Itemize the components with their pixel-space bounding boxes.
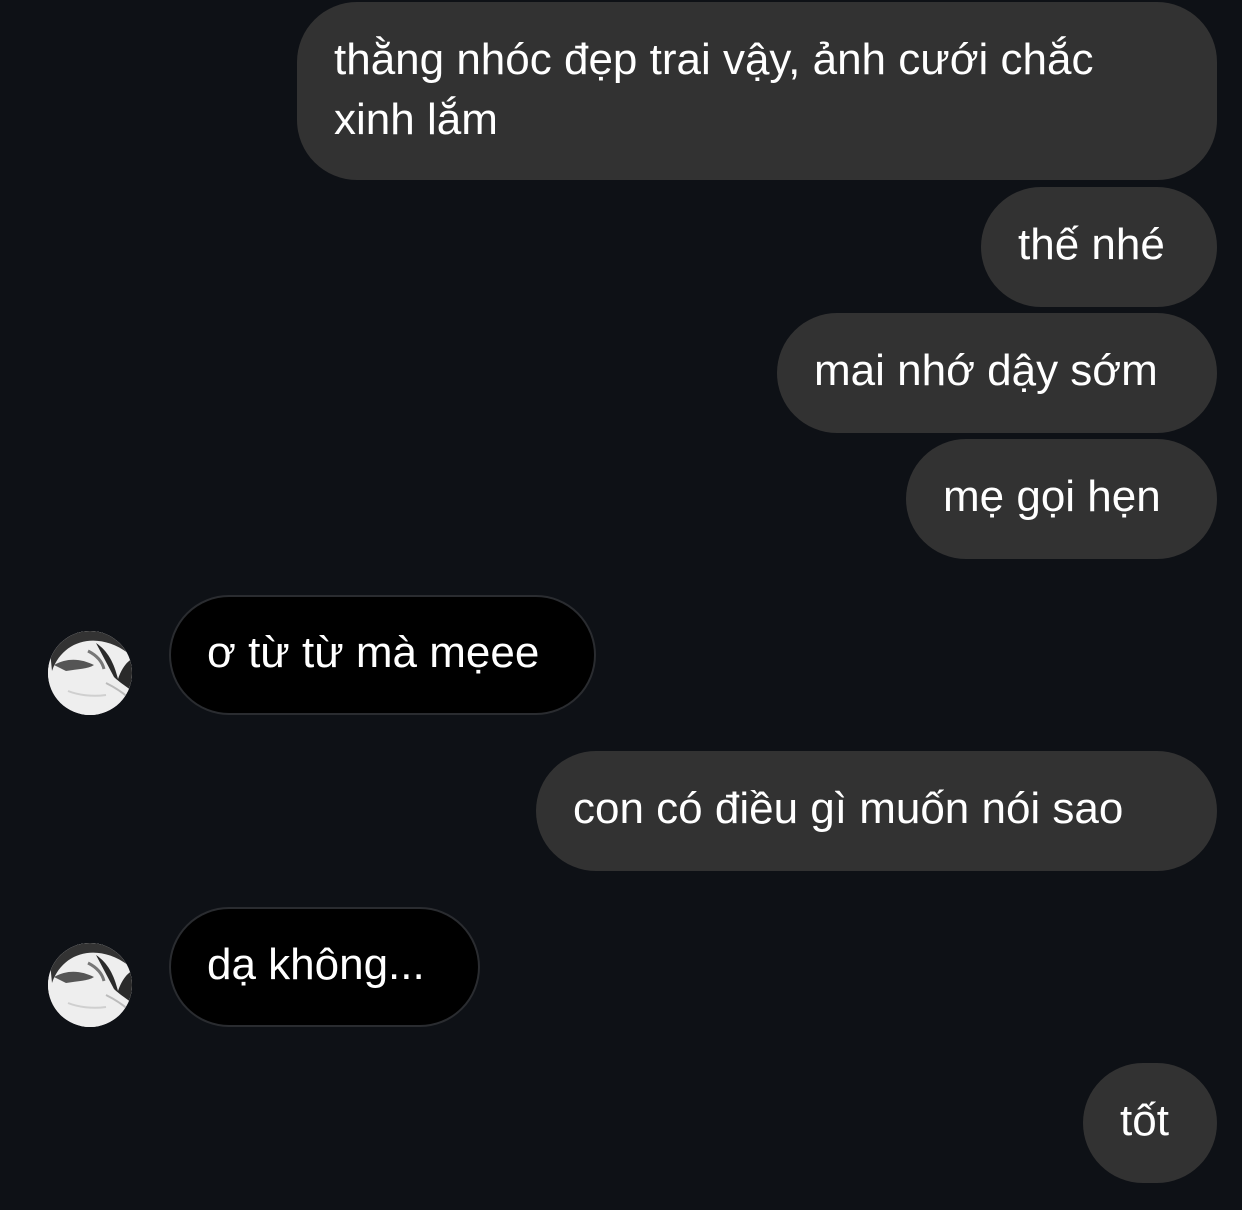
contact-avatar[interactable] [48, 631, 132, 715]
avatar-photo-icon [48, 943, 132, 1027]
outgoing-message-bubble[interactable]: mai nhớ dậy sớm [777, 313, 1217, 433]
outgoing-message-bubble[interactable]: thằng nhóc đẹp trai vậy, ảnh cưới chắc x… [297, 2, 1217, 180]
outgoing-message-bubble[interactable]: tốt [1083, 1063, 1217, 1183]
incoming-message-bubble[interactable]: ơ từ từ mà mẹee [169, 595, 596, 715]
avatar-photo-icon [48, 631, 132, 715]
outgoing-message-bubble[interactable]: thế nhé [981, 187, 1217, 307]
outgoing-message-bubble[interactable]: mẹ gọi hẹn [906, 439, 1217, 559]
incoming-message-bubble[interactable]: dạ không... [169, 907, 480, 1027]
contact-avatar[interactable] [48, 943, 132, 1027]
outgoing-message-bubble[interactable]: con có điều gì muốn nói sao [536, 751, 1217, 871]
chat-thread: thằng nhóc đẹp trai vậy, ảnh cưới chắc x… [0, 0, 1242, 1210]
